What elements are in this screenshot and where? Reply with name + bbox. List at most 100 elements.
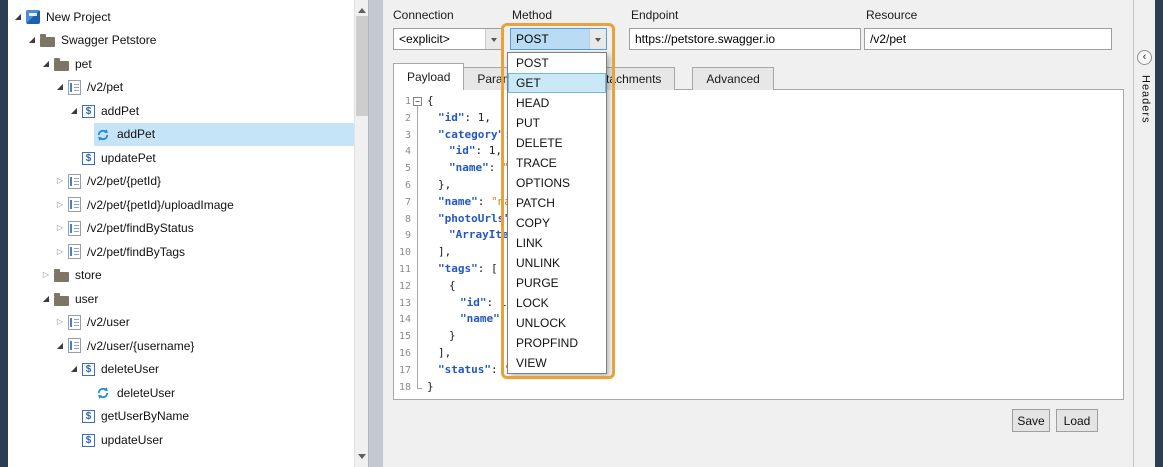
tree-item-body[interactable]: $getUserByName <box>80 405 354 429</box>
tab-advanced[interactable]: Advanced <box>692 67 773 90</box>
expander-expanded-icon[interactable]: ◢ <box>40 58 52 70</box>
expander-expanded-icon[interactable]: ◢ <box>68 363 80 375</box>
expander-collapsed-icon[interactable]: ▷ <box>54 199 66 211</box>
code-line[interactable]: 11"tags": [ <box>394 261 1123 278</box>
code-line[interactable]: 10], <box>394 244 1123 261</box>
code-line[interactable]: 16], <box>394 345 1123 362</box>
tree-item[interactable]: ◢/v2/pet <box>8 76 354 100</box>
method-option[interactable]: LINK <box>508 233 606 253</box>
method-option[interactable]: OPTIONS <box>508 173 606 193</box>
code-line[interactable]: 14"name": <box>394 311 1123 328</box>
expander-expanded-icon[interactable]: ◢ <box>68 105 80 117</box>
method-option[interactable]: PATCH <box>508 193 606 213</box>
tree-item[interactable]: ◢/v2/user/{username} <box>8 334 354 358</box>
tree-item[interactable]: ▷/v2/user <box>8 311 354 335</box>
panel-splitter[interactable] <box>368 0 383 467</box>
method-option[interactable]: UNLOCK <box>508 313 606 333</box>
resource-input[interactable] <box>864 28 1112 50</box>
method-option[interactable]: COPY <box>508 213 606 233</box>
expander-collapsed-icon[interactable]: ▷ <box>54 222 66 234</box>
tree-item-body[interactable]: /v2/pet/findByTags <box>66 240 354 264</box>
tree-item[interactable]: ◢$deleteUser <box>8 358 354 382</box>
tree-item-body[interactable]: addPet <box>94 123 354 147</box>
tree-item[interactable]: $updateUser <box>8 428 354 452</box>
code-line[interactable]: 1−{ <box>394 93 1123 110</box>
method-option[interactable]: GET <box>508 73 606 93</box>
code-line[interactable]: 6}, <box>394 177 1123 194</box>
connection-dropdown-arrow-icon[interactable] <box>485 29 502 49</box>
expander-collapsed-icon[interactable]: ▷ <box>40 269 52 281</box>
expander-collapsed-icon[interactable]: ▷ <box>54 246 66 258</box>
tree-item[interactable]: addPet <box>8 123 354 147</box>
tree-item-body[interactable]: pet <box>52 52 354 76</box>
code-line[interactable]: 5"name": "na <box>394 160 1123 177</box>
method-option[interactable]: DELETE <box>508 133 606 153</box>
expander-expanded-icon[interactable]: ◢ <box>40 293 52 305</box>
payload-editor[interactable]: 1−{2"id": 1,3"category": {4"id": 1,5"nam… <box>393 89 1124 400</box>
code-line[interactable]: 18} <box>394 379 1123 396</box>
method-option[interactable]: PROPFIND <box>508 333 606 353</box>
tree-scrollbar[interactable] <box>354 0 368 467</box>
collapse-chevron-icon[interactable]: ‹ <box>1137 50 1152 65</box>
tree-item-body[interactable]: /v2/pet/findByStatus <box>66 217 354 241</box>
save-button[interactable]: Save <box>1012 409 1050 432</box>
tree-item-body[interactable]: $addPet <box>80 99 354 123</box>
expander-expanded-icon[interactable]: ◢ <box>26 34 38 46</box>
tab-payload[interactable]: Payload <box>393 63 464 90</box>
tree-item-body[interactable]: /v2/user <box>66 311 354 335</box>
tree-item-body[interactable]: store <box>52 264 354 288</box>
headers-side-panel[interactable]: ‹ Headers <box>1133 0 1155 467</box>
load-button[interactable]: Load <box>1056 409 1098 432</box>
endpoint-input[interactable] <box>629 28 861 50</box>
code-line[interactable]: 3"category": { <box>394 127 1123 144</box>
code-line[interactable]: 8"photoUrls": [ <box>394 211 1123 228</box>
tree-item-body[interactable]: /v2/user/{username} <box>66 334 354 358</box>
method-option[interactable]: LOCK <box>508 293 606 313</box>
method-dropdown-arrow-icon[interactable] <box>589 29 606 49</box>
method-option[interactable]: VIEW <box>508 353 606 373</box>
method-select[interactable]: POST <box>510 28 607 50</box>
expander-collapsed-icon[interactable]: ▷ <box>54 175 66 187</box>
tree-item-body[interactable]: /v2/pet <box>66 76 354 100</box>
tree-item[interactable]: ▷/v2/pet/findByTags <box>8 240 354 264</box>
tree-item-body[interactable]: $updatePet <box>80 146 354 170</box>
tree-item[interactable]: ◢pet <box>8 52 354 76</box>
scrollbar-thumb[interactable] <box>356 16 368 116</box>
code-line[interactable]: 13"id": 1, <box>394 295 1123 312</box>
tree-item-body[interactable]: /v2/pet/{petId} <box>66 170 354 194</box>
expander-expanded-icon[interactable]: ◢ <box>54 340 66 352</box>
method-option[interactable]: UNLINK <box>508 253 606 273</box>
tree-item[interactable]: ◢$addPet <box>8 99 354 123</box>
tree-item[interactable]: ▷/v2/pet/{petId}/uploadImage <box>8 193 354 217</box>
tree-item[interactable]: ▷store <box>8 264 354 288</box>
expander-collapsed-icon[interactable]: ▷ <box>54 316 66 328</box>
code-line[interactable]: 4"id": 1, <box>394 143 1123 160</box>
tree-item[interactable]: ▷/v2/pet/findByStatus <box>8 217 354 241</box>
tree-item[interactable]: $getUserByName <box>8 405 354 429</box>
scrollbar-down-arrow-icon[interactable] <box>358 454 366 463</box>
tree-item-body[interactable]: /v2/pet/{petId}/uploadImage <box>66 193 354 217</box>
tree-item-body[interactable]: deleteUser <box>94 381 354 405</box>
fold-box-icon[interactable]: − <box>413 97 422 106</box>
tree-item[interactable]: $updatePet <box>8 146 354 170</box>
scrollbar-up-arrow-icon[interactable] <box>358 4 366 13</box>
tree-item-body[interactable]: $deleteUser <box>80 358 354 382</box>
tree-item[interactable]: deleteUser <box>8 381 354 405</box>
connection-select[interactable]: <explicit> <box>393 28 503 50</box>
method-option[interactable]: PURGE <box>508 273 606 293</box>
tree-item-body[interactable]: $updateUser <box>80 428 354 452</box>
tree-item[interactable]: ◢New Project <box>8 5 354 29</box>
code-line[interactable]: 2"id": 1, <box>394 110 1123 127</box>
method-option[interactable]: POST <box>508 53 606 73</box>
expander-expanded-icon[interactable]: ◢ <box>54 81 66 93</box>
tree-item[interactable]: ◢user <box>8 287 354 311</box>
method-option[interactable]: TRACE <box>508 153 606 173</box>
fold-toggle[interactable]: − <box>411 93 425 110</box>
code-line[interactable]: 9"ArrayItem <box>394 227 1123 244</box>
code-line[interactable]: 12{ <box>394 278 1123 295</box>
tree-item[interactable]: ▷/v2/pet/{petId} <box>8 170 354 194</box>
code-line[interactable]: 15} <box>394 328 1123 345</box>
tree-item-body[interactable]: New Project <box>24 5 354 29</box>
code-line[interactable]: 7"name": "nam <box>394 194 1123 211</box>
method-option[interactable]: PUT <box>508 113 606 133</box>
